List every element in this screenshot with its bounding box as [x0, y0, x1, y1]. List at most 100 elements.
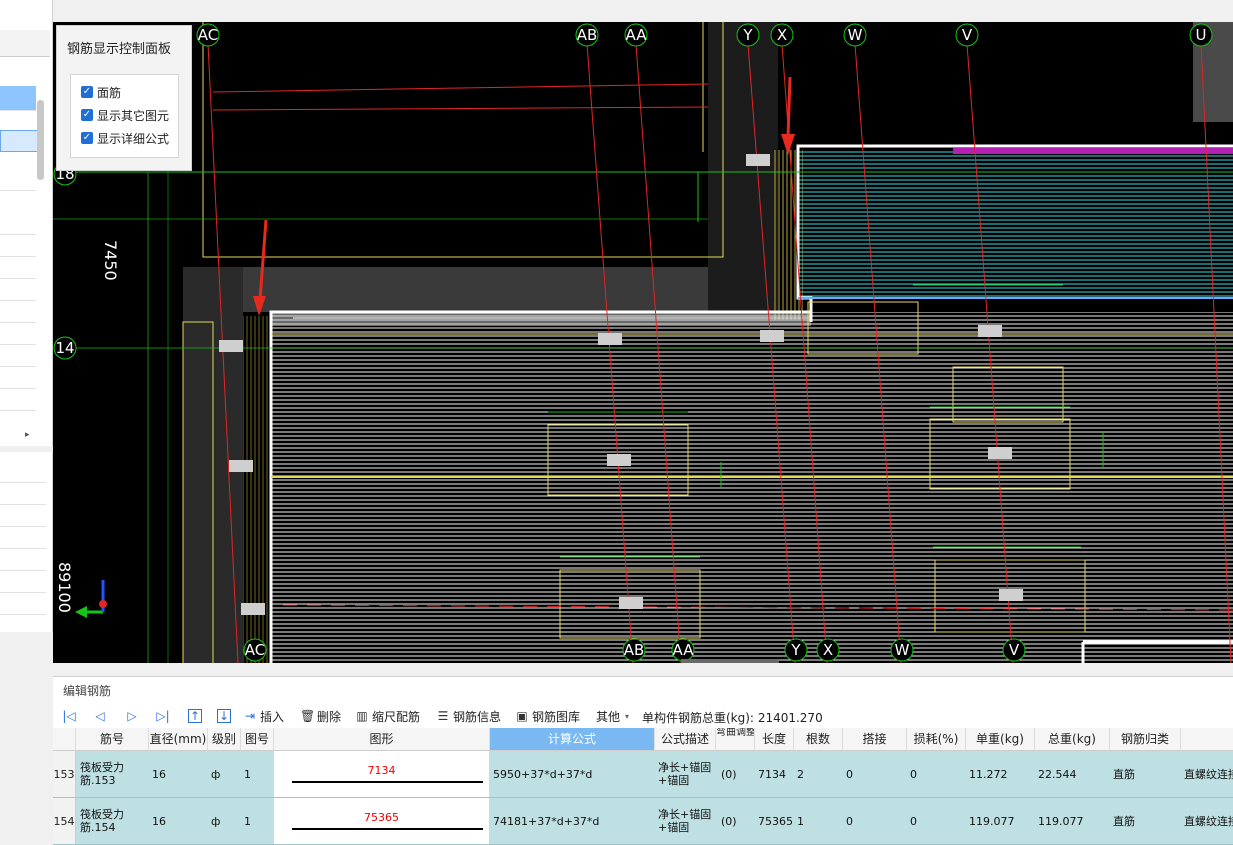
rebar-shape-line [292, 781, 483, 783]
rebar-library-button[interactable]: ▣ 钢筋图库 [515, 706, 580, 726]
cell-count[interactable]: 1 [797, 798, 842, 844]
scroll-right-arrow-icon[interactable]: ▸ [25, 430, 30, 440]
cell-diameter[interactable]: 16 [152, 751, 207, 797]
left-lower-row[interactable] [0, 484, 46, 505]
left-lower-row[interactable] [0, 462, 46, 483]
left-panel-selected-row[interactable] [0, 86, 36, 111]
rebar-shape-line [292, 828, 483, 830]
slab-hatch [271, 312, 1233, 663]
col-header[interactable]: 损耗(%) [907, 728, 966, 751]
col-header[interactable]: 长度 [755, 728, 794, 751]
cell-category[interactable]: 直筋 [1113, 798, 1179, 844]
col-header[interactable]: 弯曲调整 [716, 728, 755, 751]
cell-length[interactable]: 7134 [758, 751, 793, 797]
scale-rebar-button[interactable]: ▥ 缩尺配筋 [355, 706, 420, 726]
left-lower-row[interactable] [0, 506, 46, 527]
next-record-icon[interactable]: ▷ [125, 709, 139, 723]
left-panel-scrollbar[interactable] [37, 100, 44, 180]
table-row[interactable]: 154 75365 筏板受力筋.154 16 ф 1 74181+37*d+37*d 净长+锚… [53, 798, 1233, 845]
checkbox-checked-icon[interactable]: ✓ [81, 86, 93, 98]
cell-desc[interactable]: 净长+锚固+锚固 [658, 751, 715, 797]
left-lower-row[interactable] [0, 594, 46, 615]
cell-formula[interactable]: 5950+37*d+37*d [493, 751, 653, 797]
left-panel-active-row[interactable] [0, 130, 38, 152]
col-header[interactable]: 筋号 [76, 728, 149, 751]
checkbox-checked-icon[interactable]: ✓ [81, 132, 93, 144]
col-header[interactable]: 单重(kg) [966, 728, 1035, 751]
left-lower-row[interactable] [0, 572, 46, 593]
move-down-icon[interactable]: ↓ [217, 709, 231, 723]
rebar-shape-cell[interactable]: 75365 [274, 798, 489, 844]
left-panel-row[interactable] [0, 324, 36, 345]
cell-unit-weight[interactable]: 11.272 [969, 751, 1034, 797]
left-panel-row[interactable] [0, 302, 36, 323]
left-panel-row[interactable] [0, 280, 36, 301]
col-header[interactable]: 图号 [241, 728, 274, 751]
cell-grade[interactable]: ф [211, 798, 239, 844]
cell-loss[interactable]: 0 [910, 751, 965, 797]
cell-name[interactable]: 筏板受力筋.153 [80, 751, 148, 797]
cell-extra[interactable]: 直螺纹连接 [1184, 751, 1233, 797]
cell-length[interactable]: 75365 [758, 798, 793, 844]
other-dropdown[interactable]: 其他 ▾ [596, 706, 629, 726]
last-record-icon[interactable]: ▷| [156, 709, 170, 723]
cell-bend[interactable]: (0) [721, 798, 755, 844]
slab-top-strip [271, 312, 811, 326]
col-header[interactable]: 搭接 [843, 728, 907, 751]
option-show-other-elements[interactable]: ✓ 显示其它图元 [81, 106, 169, 124]
prev-record-icon[interactable]: ◁ [93, 709, 107, 723]
cell-loss[interactable]: 0 [910, 798, 965, 844]
cell-desc[interactable]: 净长+锚固+锚固 [658, 798, 715, 844]
col-header[interactable]: 直径(mm) [149, 728, 208, 751]
cad-drawing[interactable]: AC AB AA Y X W V UAC AB AA Y X W V1814 7450 89100 [53, 22, 1233, 663]
cad-drawing-viewport[interactable]: AC AB AA Y X W V U AC AB AA Y X W V 18 14 7450 89100 [53, 22, 1233, 663]
col-header[interactable]: 公式描述 [655, 728, 716, 751]
left-lower-row[interactable] [0, 528, 46, 549]
left-panel-row[interactable] [0, 390, 36, 411]
cell-formula[interactable]: 74181+37*d+37*d [493, 798, 653, 844]
total-weight-label: 单构件钢筋总重(kg): [642, 711, 754, 725]
left-panel-row[interactable] [0, 170, 36, 191]
rebar-info-button[interactable]: ☰ 钢筋信息 [436, 706, 501, 726]
cell-total-weight[interactable]: 22.544 [1038, 751, 1108, 797]
cell-unit-weight[interactable]: 119.077 [969, 798, 1034, 844]
col-header[interactable]: 总重(kg) [1035, 728, 1110, 751]
col-header[interactable]: 根数 [794, 728, 843, 751]
rebar-shape-cell[interactable]: 7134 [274, 751, 489, 797]
cell-lap[interactable]: 0 [846, 751, 906, 797]
col-header[interactable]: 图形 [274, 728, 490, 751]
cell-lap[interactable]: 0 [846, 798, 906, 844]
col-header-selected[interactable]: 计算公式 [490, 728, 655, 751]
rebar-editor-panel: 编辑钢筋 |◁ ◁ ▷ ▷| ↑ ↓ ⇥ 插入 🗑 删除 ▥ 缩尺配筋 ☰ 钢筋信息 ▣… [53, 676, 1233, 845]
left-panel-row[interactable] [0, 346, 36, 367]
cell-fig-no[interactable]: 1 [244, 798, 272, 844]
axis-bottom-label: W [895, 641, 910, 659]
option-top-rebar[interactable]: ✓ 面筋 [81, 83, 121, 101]
col-header[interactable]: 级别 [208, 728, 241, 751]
cell-diameter[interactable]: 16 [152, 798, 207, 844]
delete-button[interactable]: 🗑 删除 [300, 706, 341, 726]
insert-button[interactable]: ⇥ 插入 [243, 706, 284, 726]
cell-bend[interactable]: (0) [721, 751, 755, 797]
option-show-detailed-formula[interactable]: ✓ 显示详细公式 [81, 129, 169, 147]
cell-count[interactable]: 2 [797, 751, 842, 797]
left-panel-row[interactable] [0, 236, 36, 257]
move-up-icon[interactable]: ↑ [188, 709, 202, 723]
first-record-icon[interactable]: |◁ [62, 709, 76, 723]
left-panel-row[interactable] [0, 214, 36, 235]
left-panel-row[interactable] [0, 258, 36, 279]
row-number: 153 [53, 751, 76, 797]
table-row[interactable]: 153 7134 筏板受力筋.153 16 ф 1 5950+37*d+37*d 净长+锚固+… [53, 751, 1233, 798]
cell-extra[interactable]: 直螺纹连接 [1184, 798, 1233, 844]
cell-total-weight[interactable]: 119.077 [1038, 798, 1108, 844]
left-panel-row[interactable] [0, 368, 36, 389]
viewport-splitter-handle[interactable] [681, 659, 779, 663]
axis-top-label: AA [626, 26, 648, 44]
checkbox-checked-icon[interactable]: ✓ [81, 109, 93, 121]
left-lower-row[interactable] [0, 550, 46, 571]
cell-name[interactable]: 筏板受力筋.154 [80, 798, 148, 844]
cell-grade[interactable]: ф [211, 751, 239, 797]
cell-category[interactable]: 直筋 [1113, 751, 1179, 797]
col-header[interactable]: 钢筋归类 [1110, 728, 1181, 751]
cell-fig-no[interactable]: 1 [244, 751, 272, 797]
